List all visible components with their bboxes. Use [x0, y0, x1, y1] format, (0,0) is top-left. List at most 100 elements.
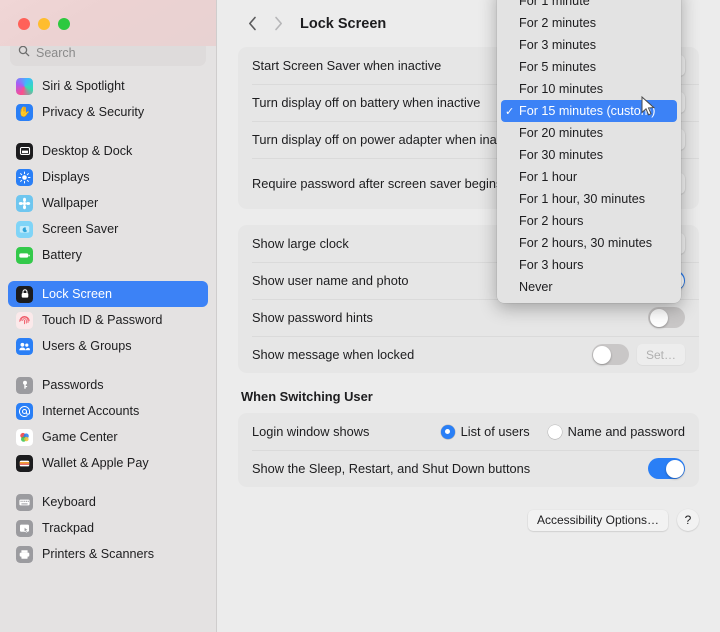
checkmark-icon: ✓ — [505, 281, 519, 294]
battery-icon — [16, 246, 33, 264]
accessibility-options-button[interactable]: Accessibility Options… — [527, 509, 668, 531]
row-label: Show password hints — [252, 309, 373, 325]
sidebar-item-wallet-apple-pay[interactable]: Wallet & Apple Pay — [8, 450, 208, 476]
menu-item-label: For 2 hours — [519, 214, 584, 228]
sidebar-item-label: Displays — [42, 170, 90, 184]
sidebar-item-label: Battery — [42, 248, 82, 262]
menu-item[interactable]: ✓For 30 minutes — [497, 144, 681, 166]
menu-item[interactable]: ✓For 2 minutes — [497, 12, 681, 34]
row-control: Set… — [591, 344, 685, 365]
minimize-button[interactable] — [38, 18, 50, 30]
sidebar-item-label: Wallpaper — [42, 196, 99, 210]
sidebar-item-displays[interactable]: Displays — [8, 164, 208, 190]
wallet-icon — [16, 454, 33, 472]
page-title: Lock Screen — [300, 15, 387, 32]
menu-item[interactable]: ✓For 3 hours — [497, 254, 681, 276]
checkmark-icon: ✓ — [505, 149, 519, 162]
checkmark-icon: ✓ — [505, 0, 519, 8]
sidebar-list[interactable]: Siri & Spotlight ✋ Privacy & Security De… — [0, 73, 216, 567]
sleep-restart-shutdown-toggle[interactable] — [648, 458, 685, 479]
menu-item[interactable]: ✓For 1 minute — [497, 0, 681, 12]
help-button[interactable]: ? — [677, 509, 699, 531]
menu-item[interactable]: ✓For 1 hour — [497, 166, 681, 188]
menu-item-label: For 10 minutes — [519, 82, 603, 96]
sidebar-item-siri-spotlight[interactable]: Siri & Spotlight — [8, 73, 208, 99]
checkmark-icon: ✓ — [505, 39, 519, 52]
row-show-message-when-locked[interactable]: Show message when locked Set… — [238, 336, 699, 373]
menu-item[interactable]: ✓For 2 hours — [497, 210, 681, 232]
menu-item[interactable]: ✓Never — [497, 276, 681, 298]
menu-item[interactable]: ✓For 20 minutes — [497, 122, 681, 144]
back-button[interactable] — [239, 11, 265, 37]
display-brightness-icon — [16, 168, 33, 186]
key-icon — [16, 376, 33, 394]
sidebar-item-desktop-dock[interactable]: Desktop & Dock — [8, 138, 208, 164]
radio-option-name-and-password[interactable]: Name and password — [547, 424, 685, 439]
screen-saver-interval-menu[interactable]: ✓For 1 minute ✓For 2 minutes ✓For 3 minu… — [497, 0, 681, 303]
sidebar-item-label: Privacy & Security — [42, 105, 145, 119]
show-password-hints-toggle[interactable] — [648, 307, 685, 328]
checkmark-icon: ✓ — [505, 215, 519, 228]
radio-button[interactable] — [547, 424, 562, 439]
checkmark-icon: ✓ — [505, 259, 519, 272]
sidebar-group: Keyboard Trackpad Printers & Scanners — [0, 489, 216, 567]
sidebar-item-label: Passwords — [42, 378, 104, 392]
sidebar-item-wallpaper[interactable]: Wallpaper — [8, 190, 208, 216]
set-message-button[interactable]: Set… — [636, 344, 685, 365]
menu-item[interactable]: ✓For 2 hours, 30 minutes — [497, 232, 681, 254]
menu-item-label: For 1 hour — [519, 170, 578, 184]
sidebar-item-label: Desktop & Dock — [42, 144, 133, 158]
menu-item[interactable]: ✓For 3 minutes — [497, 34, 681, 56]
menu-item[interactable]: ✓For 5 minutes — [497, 56, 681, 78]
checkmark-icon: ✓ — [505, 61, 519, 74]
sidebar-item-screen-saver[interactable]: Screen Saver — [8, 216, 208, 242]
sidebar-item-game-center[interactable]: Game Center — [8, 424, 208, 450]
sidebar-item-users-groups[interactable]: Users & Groups — [8, 333, 208, 359]
radio-option-list-of-users[interactable]: List of users — [440, 424, 530, 439]
fingerprint-icon — [16, 311, 33, 329]
footer-buttons: Accessibility Options… ? — [217, 503, 720, 531]
screen-saver-icon — [16, 220, 33, 238]
sidebar-item-label: Keyboard — [42, 495, 96, 509]
game-center-icon — [16, 428, 33, 446]
sidebar-group: Passwords Internet Accounts Game Center — [0, 372, 216, 476]
search-icon — [18, 44, 30, 62]
sidebar-item-label: Wallet & Apple Pay — [42, 456, 149, 470]
checkmark-icon: ✓ — [505, 237, 519, 250]
sidebar-item-battery[interactable]: Battery — [8, 242, 208, 268]
sidebar-item-label: Touch ID & Password — [42, 313, 163, 327]
sidebar-item-internet-accounts[interactable]: Internet Accounts — [8, 398, 208, 424]
sidebar-item-label: Trackpad — [42, 521, 95, 535]
sidebar-group: Lock Screen Touch ID & Password Users & … — [0, 281, 216, 359]
sidebar-item-keyboard[interactable]: Keyboard — [8, 489, 208, 515]
row-show-sleep-restart-shutdown[interactable]: Show the Sleep, Restart, and Shut Down b… — [238, 450, 699, 487]
radio-button[interactable] — [440, 424, 455, 439]
checkmark-icon: ✓ — [505, 83, 519, 96]
sidebar-item-trackpad[interactable]: Trackpad — [8, 515, 208, 541]
sidebar-item-label: Users & Groups — [42, 339, 132, 353]
menu-item-label: For 3 minutes — [519, 38, 596, 52]
forward-button[interactable] — [265, 11, 291, 37]
sidebar-item-label: Siri & Spotlight — [42, 79, 125, 93]
menu-item-label: For 30 minutes — [519, 148, 603, 162]
radio-label: List of users — [460, 424, 530, 439]
sidebar-item-lock-screen[interactable]: Lock Screen — [8, 281, 208, 307]
menu-item[interactable]: ✓For 1 hour, 30 minutes — [497, 188, 681, 210]
login-window-radio-group: List of users Name and password — [440, 424, 685, 439]
sidebar-divider — [0, 268, 216, 281]
show-message-toggle[interactable] — [591, 344, 629, 365]
sidebar-item-privacy-security[interactable]: ✋ Privacy & Security — [8, 99, 208, 125]
sidebar-divider — [0, 359, 216, 372]
row-label: Show message when locked — [252, 346, 415, 362]
lock-icon — [16, 285, 33, 303]
zoom-button[interactable] — [58, 18, 70, 30]
sidebar-item-printers-scanners[interactable]: Printers & Scanners — [8, 541, 208, 567]
row-show-password-hints[interactable]: Show password hints — [238, 299, 699, 336]
sidebar-item-passwords[interactable]: Passwords — [8, 372, 208, 398]
row-login-window-shows[interactable]: Login window shows List of users Name an… — [238, 413, 699, 450]
sidebar-item-label: Game Center — [42, 430, 118, 444]
close-button[interactable] — [18, 18, 30, 30]
at-sign-icon — [16, 402, 33, 420]
hand-shield-icon: ✋ — [16, 103, 33, 121]
sidebar-item-touch-id-password[interactable]: Touch ID & Password — [8, 307, 208, 333]
